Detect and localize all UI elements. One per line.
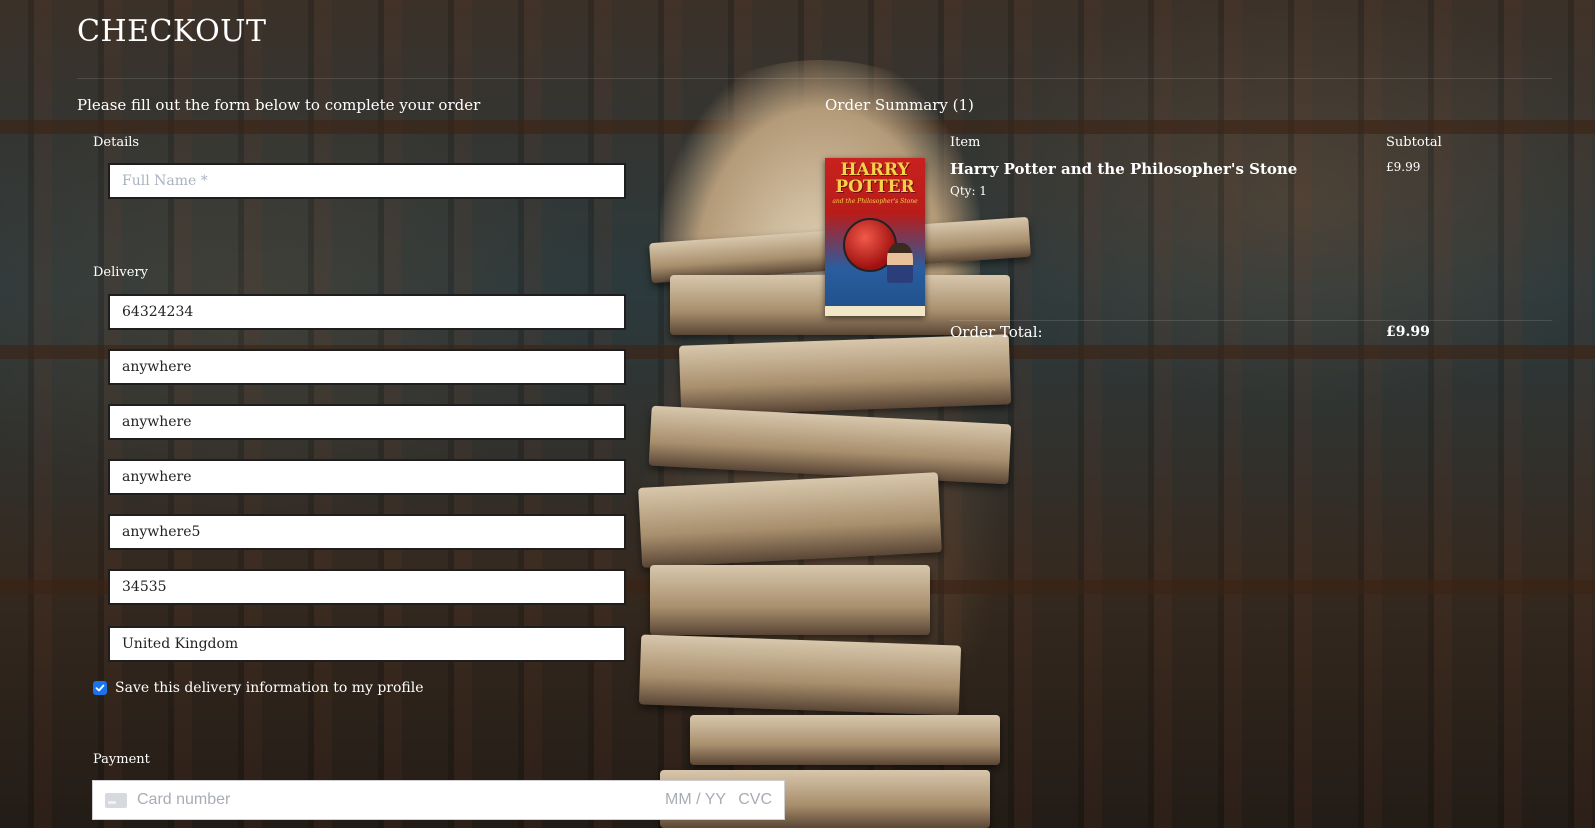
details-section-label: Details: [93, 135, 140, 150]
check-icon: [95, 684, 105, 692]
phone-number-input[interactable]: 64324234: [108, 294, 626, 330]
order-total-value: £9.99: [1386, 324, 1430, 340]
county-input[interactable]: anywhere5: [108, 514, 626, 550]
delivery-section-label: Delivery: [93, 265, 149, 280]
save-delivery-checkbox[interactable]: [93, 681, 107, 695]
divider: [950, 320, 1552, 321]
item-name[interactable]: Harry Potter and the Philosopher's Stone: [950, 160, 1297, 178]
save-delivery-label: Save this delivery information to my pro…: [115, 680, 424, 696]
full-name-input[interactable]: Full Name *: [108, 163, 626, 199]
card-meta: MM / YY CVC: [657, 791, 772, 809]
divider: [77, 78, 1552, 79]
order-total-label: Order Total:: [950, 323, 1043, 341]
payment-section-label: Payment: [93, 752, 150, 767]
subtotal-column-header: Subtotal: [1386, 135, 1442, 150]
form-intro-text: Please fill out the form below to comple…: [77, 96, 481, 114]
cover-title: HARRY POTTER: [835, 160, 915, 197]
postcode-input[interactable]: 34535: [108, 569, 626, 605]
address-line2-input[interactable]: anywhere: [108, 404, 626, 440]
card-input[interactable]: Card number MM / YY CVC: [92, 780, 785, 820]
item-quantity: Qty: 1: [950, 184, 987, 198]
order-summary-title: Order Summary (1): [825, 96, 974, 114]
book-cover-image[interactable]: HARRY POTTER and the Philosopher's Stone: [825, 158, 925, 316]
save-delivery-row: Save this delivery information to my pro…: [93, 680, 424, 696]
town-city-input[interactable]: anywhere: [108, 459, 626, 495]
item-subtotal: £9.99: [1386, 160, 1421, 174]
expiry-placeholder: MM / YY: [665, 791, 726, 808]
credit-card-icon: [105, 792, 127, 808]
address-line1-input[interactable]: anywhere: [108, 349, 626, 385]
cvc-placeholder: CVC: [738, 791, 772, 808]
item-column-header: Item: [950, 135, 981, 150]
country-select[interactable]: United Kingdom: [108, 626, 626, 662]
card-number-placeholder: Card number: [137, 791, 231, 808]
cover-subtitle: and the Philosopher's Stone: [832, 198, 918, 205]
page-title: CHECKOUT: [77, 14, 267, 49]
